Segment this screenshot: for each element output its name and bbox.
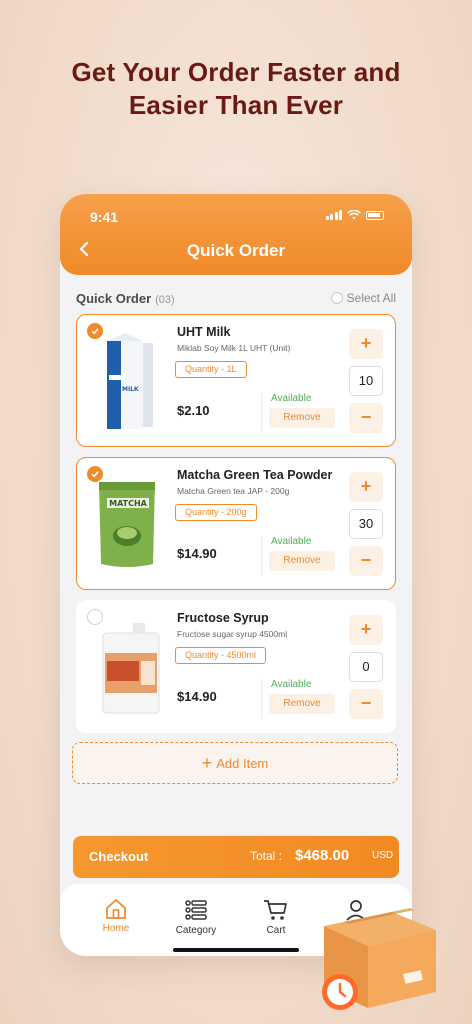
select-all-toggle[interactable]: Select All bbox=[330, 291, 396, 305]
cart-icon bbox=[264, 900, 287, 920]
add-item-button[interactable]: + Add Item bbox=[72, 742, 398, 784]
plus-icon: + bbox=[201, 753, 213, 773]
battery-icon bbox=[366, 210, 384, 220]
increment-button[interactable]: + bbox=[349, 472, 383, 502]
divider bbox=[261, 393, 262, 433]
availability-status: Available bbox=[271, 679, 312, 690]
status-icons bbox=[325, 210, 384, 220]
remove-button[interactable]: Remove bbox=[269, 408, 335, 428]
order-item-card[interactable]: Fructose Syrup Fructose sugar syrup 4500… bbox=[76, 600, 396, 733]
category-icon bbox=[185, 900, 207, 920]
app-header: 9:41 Quick Order bbox=[60, 194, 412, 275]
nav-category[interactable]: Category bbox=[166, 898, 226, 936]
home-icon bbox=[106, 899, 126, 919]
page-title: Quick Order bbox=[186, 241, 286, 260]
checkout-button[interactable]: Checkout Total : $468.00 USD bbox=[73, 836, 399, 878]
item-description: Miklab Soy Milk 1L UHT (Unit) bbox=[177, 343, 291, 353]
item-description: Matcha Green tea JAP - 200g bbox=[177, 486, 290, 496]
milk-image-label: MILK bbox=[122, 386, 139, 393]
decrement-button[interactable]: − bbox=[349, 546, 383, 576]
list-label-text: Quick Order bbox=[76, 291, 152, 306]
divider bbox=[261, 679, 262, 719]
quantity-variant-tag[interactable]: Quantity - 4500ml bbox=[175, 647, 267, 664]
increment-button[interactable]: + bbox=[349, 615, 383, 645]
remove-button[interactable]: Remove bbox=[269, 694, 335, 714]
list-count: (03) bbox=[155, 294, 175, 306]
matcha-image-label: MATCHA bbox=[109, 499, 148, 508]
nav-cart-label: Cart bbox=[266, 925, 286, 936]
quantity-variant-tag[interactable]: Quantity - 1L bbox=[175, 361, 247, 378]
matcha-pouch-image: MATCHA bbox=[99, 482, 155, 567]
total-amount: $468.00 bbox=[295, 847, 350, 864]
item-price: $14.90 bbox=[177, 546, 217, 561]
nav-home-label: Home bbox=[102, 923, 130, 934]
item-price: $2.10 bbox=[177, 403, 210, 418]
order-item-card[interactable]: MATCHA Matcha Green Tea Powder Matcha Gr… bbox=[76, 457, 396, 590]
quantity-value[interactable]: 0 bbox=[349, 652, 383, 682]
milk-carton-image: MILK bbox=[107, 333, 153, 429]
select-all-radio[interactable] bbox=[330, 292, 343, 304]
headline-line-1: Get Your Order Faster and bbox=[71, 57, 401, 87]
decrement-button[interactable]: − bbox=[349, 403, 383, 433]
select-all-label: Select All bbox=[346, 291, 396, 305]
item-description: Fructose sugar syrup 4500ml bbox=[177, 629, 288, 639]
decrement-button[interactable]: − bbox=[349, 689, 383, 719]
home-indicator bbox=[173, 948, 299, 952]
item-name: Fructose Syrup bbox=[177, 611, 269, 625]
nav-home[interactable]: Home bbox=[86, 898, 146, 934]
nav-category-label: Category bbox=[175, 925, 217, 936]
signal-icon bbox=[325, 210, 342, 220]
item-name: Matcha Green Tea Powder bbox=[177, 468, 333, 482]
quantity-value[interactable]: 10 bbox=[349, 366, 383, 396]
add-item-label: Add Item bbox=[216, 756, 269, 771]
increment-button[interactable]: + bbox=[349, 329, 383, 359]
item-name: UHT Milk bbox=[177, 325, 231, 339]
total-label: Total : bbox=[250, 849, 283, 863]
list-label: Quick Order (03) bbox=[76, 291, 175, 306]
divider bbox=[261, 536, 262, 576]
availability-status: Available bbox=[271, 536, 312, 547]
nav-cart[interactable]: Cart bbox=[246, 898, 306, 936]
status-time: 9:41 bbox=[90, 209, 119, 225]
headline: Get Your Order Faster and Easier Than Ev… bbox=[0, 56, 472, 122]
syrup-jug-image bbox=[102, 623, 160, 714]
remove-button[interactable]: Remove bbox=[269, 551, 335, 571]
delivery-box-illustration bbox=[322, 908, 436, 1010]
total-currency: USD bbox=[372, 850, 394, 861]
availability-status: Available bbox=[271, 393, 312, 404]
quantity-variant-tag[interactable]: Quantity - 200g bbox=[175, 504, 257, 521]
checkout-label: Checkout bbox=[89, 849, 149, 864]
order-item-card[interactable]: MILK UHT Milk Miklab Soy Milk 1L UHT (Un… bbox=[76, 314, 396, 447]
headline-line-2: Easier Than Ever bbox=[128, 90, 344, 120]
wifi-icon bbox=[347, 210, 361, 220]
phone-screen: 9:41 Quick Order Quick Order (03) Select … bbox=[60, 194, 412, 956]
item-price: $14.90 bbox=[177, 689, 217, 704]
quantity-value[interactable]: 30 bbox=[349, 509, 383, 539]
